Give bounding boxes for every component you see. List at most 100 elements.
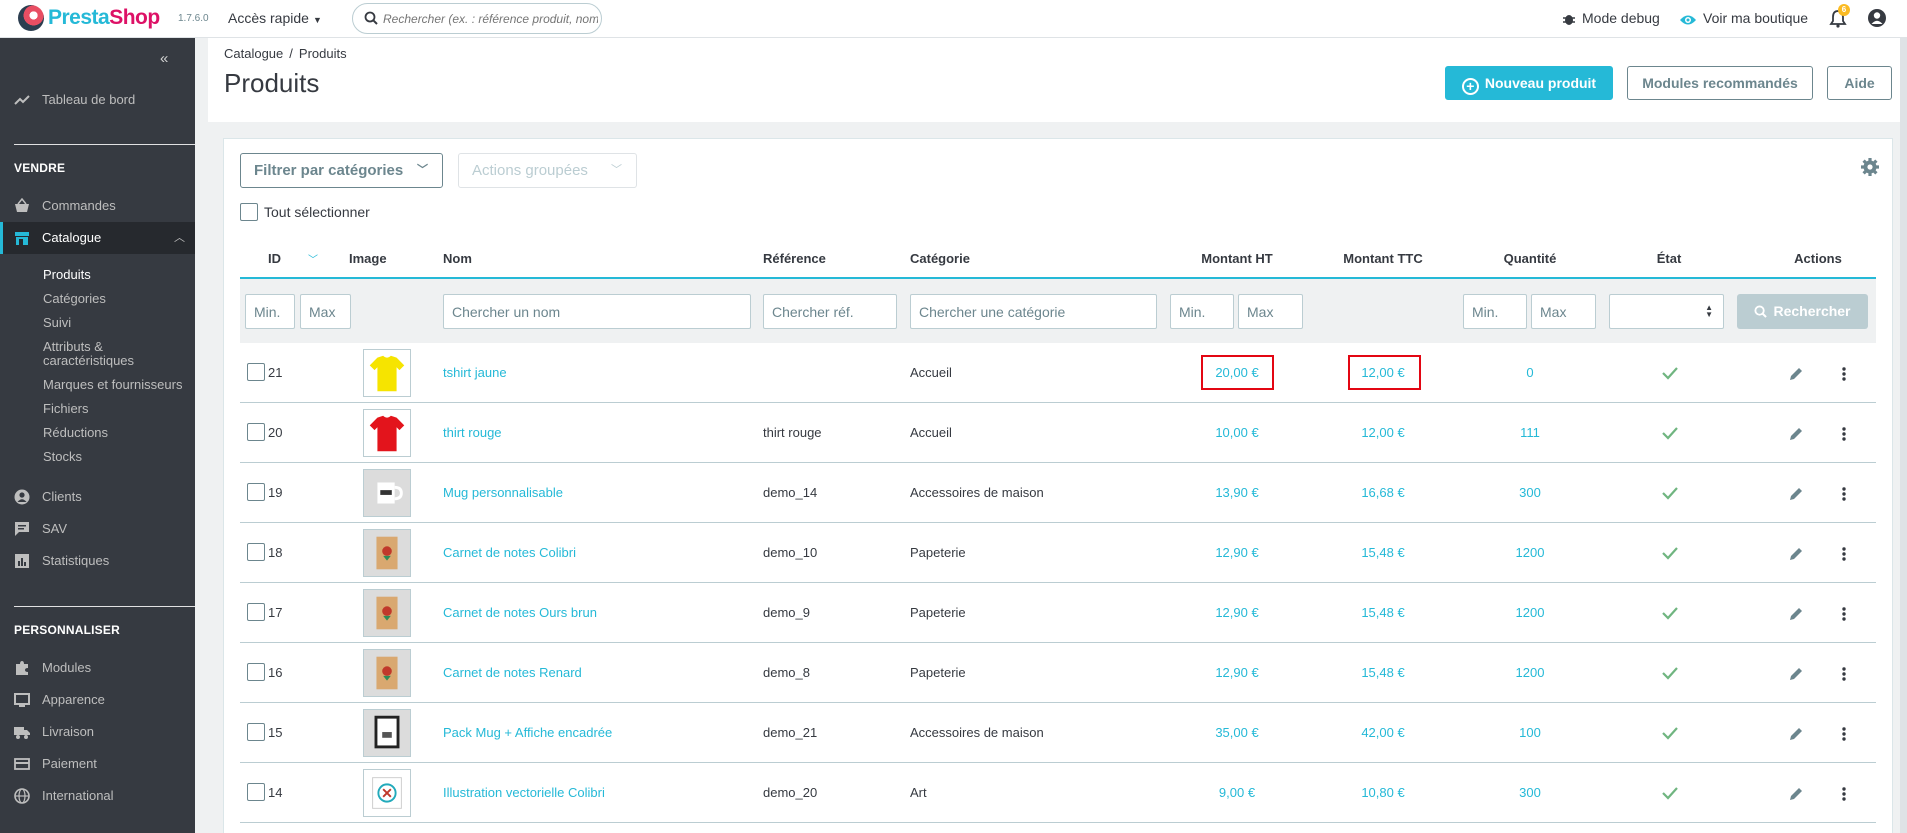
product-price-ht[interactable]: 12,90 € xyxy=(1215,665,1258,680)
price-max-input[interactable] xyxy=(1238,294,1303,329)
product-name-link[interactable]: Pack Mug + Affiche encadrée xyxy=(443,725,612,740)
sidebar-item-payment[interactable]: Paiement xyxy=(0,748,195,780)
price-min-input[interactable] xyxy=(1170,294,1234,329)
product-price-ttc[interactable]: 15,48 € xyxy=(1361,665,1404,680)
column-header-category[interactable]: Catégorie xyxy=(910,251,970,266)
column-header-price-ht[interactable]: Montant HT xyxy=(1201,251,1272,266)
sidebar-item-appearance[interactable]: Apparence xyxy=(0,684,195,716)
status-enabled-icon[interactable] xyxy=(1661,485,1679,501)
page-scrollbar[interactable] xyxy=(1900,38,1907,833)
global-search[interactable] xyxy=(352,3,602,34)
column-header-quantity[interactable]: Quantité xyxy=(1504,251,1557,266)
edit-pencil-icon[interactable] xyxy=(1788,666,1804,682)
id-min-input[interactable] xyxy=(245,294,295,329)
sidebar-sub-discounts[interactable]: Réductions xyxy=(43,426,108,440)
prestashop-logo-icon[interactable] xyxy=(18,5,44,31)
quantity-min-input[interactable] xyxy=(1463,294,1527,329)
status-enabled-icon[interactable] xyxy=(1661,785,1679,801)
edit-pencil-icon[interactable] xyxy=(1788,546,1804,562)
product-thumbnail[interactable] xyxy=(363,709,411,757)
product-name-link[interactable]: tshirt jaune xyxy=(443,365,507,380)
sidebar-item-international[interactable]: International xyxy=(0,780,195,812)
product-price-ttc[interactable]: 16,68 € xyxy=(1361,485,1404,500)
more-actions-icon[interactable] xyxy=(1836,726,1852,742)
sidebar-item-modules[interactable]: Modules xyxy=(0,652,195,684)
more-actions-icon[interactable] xyxy=(1836,606,1852,622)
product-name-link[interactable]: Illustration vectorielle Colibri xyxy=(443,785,605,800)
more-actions-icon[interactable] xyxy=(1836,426,1852,442)
product-thumbnail[interactable] xyxy=(363,529,411,577)
filter-categories-dropdown[interactable]: Filtrer par catégories ﹀ xyxy=(240,153,443,188)
product-quantity[interactable]: 1200 xyxy=(1516,605,1545,620)
quick-access-menu[interactable]: Accès rapide ▼ xyxy=(228,10,322,26)
sidebar-item-sav[interactable]: SAV xyxy=(0,513,195,545)
help-button[interactable]: Aide xyxy=(1827,66,1892,100)
sidebar-sub-attributes[interactable]: Attributs & caractéristiques xyxy=(43,340,134,368)
status-enabled-icon[interactable] xyxy=(1661,545,1679,561)
column-header-id[interactable]: ID xyxy=(268,251,281,266)
product-thumbnail[interactable] xyxy=(363,589,411,637)
reference-filter-input[interactable] xyxy=(763,294,897,329)
status-enabled-icon[interactable] xyxy=(1661,365,1679,381)
product-price-ttc[interactable]: 15,48 € xyxy=(1361,605,1404,620)
product-name-link[interactable]: Carnet de notes Ours brun xyxy=(443,605,597,620)
edit-pencil-icon[interactable] xyxy=(1788,606,1804,622)
sidebar-item-catalog[interactable]: Catalogue ︿ xyxy=(0,222,195,254)
name-filter-input[interactable] xyxy=(443,294,751,329)
sidebar-sub-categories[interactable]: Catégories xyxy=(43,292,106,306)
product-price-ttc[interactable]: 10,80 € xyxy=(1361,785,1404,800)
product-name-link[interactable]: Carnet de notes Renard xyxy=(443,665,582,680)
row-checkbox[interactable] xyxy=(247,723,265,741)
product-thumbnail[interactable] xyxy=(363,409,411,457)
status-enabled-icon[interactable] xyxy=(1661,725,1679,741)
sidebar-sub-files[interactable]: Fichiers xyxy=(43,402,89,416)
product-thumbnail[interactable] xyxy=(363,649,411,697)
sidebar-sub-brands[interactable]: Marques et fournisseurs xyxy=(43,378,182,392)
state-filter-select[interactable]: ▲ ▼ xyxy=(1609,294,1724,329)
view-shop-link[interactable]: Voir ma boutique xyxy=(1679,10,1808,27)
product-price-ht[interactable]: 12,90 € xyxy=(1215,545,1258,560)
status-enabled-icon[interactable] xyxy=(1661,425,1679,441)
row-checkbox[interactable] xyxy=(247,423,265,441)
id-max-input[interactable] xyxy=(300,294,351,329)
product-thumbnail[interactable] xyxy=(363,769,411,817)
sidebar-item-stats[interactable]: Statistiques xyxy=(0,545,195,577)
user-avatar-icon[interactable] xyxy=(1867,8,1887,28)
breadcrumb-catalog[interactable]: Catalogue xyxy=(224,46,283,61)
collapse-sidebar-icon[interactable]: « xyxy=(160,50,168,67)
sidebar-sub-monitoring[interactable]: Suivi xyxy=(43,316,71,330)
product-price-ht[interactable]: 10,00 € xyxy=(1215,425,1258,440)
product-price-ttc[interactable]: 42,00 € xyxy=(1361,725,1404,740)
category-filter-input[interactable] xyxy=(910,294,1157,329)
quantity-max-input[interactable] xyxy=(1531,294,1596,329)
product-thumbnail[interactable] xyxy=(363,469,411,517)
edit-pencil-icon[interactable] xyxy=(1788,786,1804,802)
bulk-actions-dropdown[interactable]: Actions groupées ﹀ xyxy=(458,153,637,188)
product-quantity[interactable]: 1200 xyxy=(1516,665,1545,680)
product-thumbnail[interactable] xyxy=(363,349,411,397)
gear-icon[interactable] xyxy=(1860,157,1880,177)
product-name-link[interactable]: Mug personnalisable xyxy=(443,485,563,500)
new-product-button[interactable]: + Nouveau produit xyxy=(1445,66,1613,100)
recommended-modules-button[interactable]: Modules recommandés xyxy=(1627,66,1813,100)
edit-pencil-icon[interactable] xyxy=(1788,726,1804,742)
edit-pencil-icon[interactable] xyxy=(1788,486,1804,502)
product-quantity[interactable]: 300 xyxy=(1519,485,1541,500)
sidebar-sub-stocks[interactable]: Stocks xyxy=(43,450,82,464)
product-price-ht[interactable]: 13,90 € xyxy=(1215,485,1258,500)
sidebar-item-customers[interactable]: Clients xyxy=(0,481,195,513)
more-actions-icon[interactable] xyxy=(1836,666,1852,682)
product-price-ht[interactable]: 12,90 € xyxy=(1215,605,1258,620)
sidebar-item-dashboard[interactable]: Tableau de bord xyxy=(0,84,195,116)
sidebar-item-shipping[interactable]: Livraison xyxy=(0,716,195,748)
edit-pencil-icon[interactable] xyxy=(1788,426,1804,442)
product-quantity[interactable]: 1200 xyxy=(1516,545,1545,560)
product-price-ht[interactable]: 9,00 € xyxy=(1219,785,1255,800)
select-all-checkbox[interactable] xyxy=(240,203,258,221)
product-price-ttc[interactable]: 12,00 € xyxy=(1361,425,1404,440)
product-name-link[interactable]: thirt rouge xyxy=(443,425,502,440)
search-button[interactable]: Rechercher xyxy=(1737,294,1868,329)
more-actions-icon[interactable] xyxy=(1836,546,1852,562)
column-header-name[interactable]: Nom xyxy=(443,251,472,266)
row-checkbox[interactable] xyxy=(247,663,265,681)
